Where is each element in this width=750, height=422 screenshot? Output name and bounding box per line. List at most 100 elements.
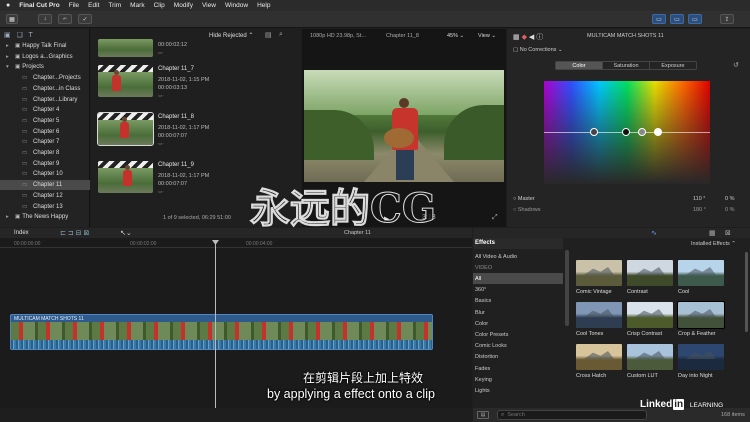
effect-thumbnail[interactable] — [677, 301, 725, 329]
video-inspector-icon[interactable]: ▦ — [513, 34, 520, 41]
sidebar-item[interactable]: ▭ Chapter 7 — [0, 137, 90, 147]
sidebar-item[interactable]: ▭ Chapter...Library — [0, 95, 90, 105]
effect-category[interactable]: Distortion — [473, 352, 563, 363]
effect-category[interactable]: Comic Looks — [473, 341, 563, 352]
sidebar-item[interactable]: ▭ Chapter 10 — [0, 169, 90, 179]
sidebar-item[interactable]: ▭ Chapter 9 — [0, 159, 90, 169]
menu-edit[interactable]: Edit — [88, 2, 99, 9]
effect-thumbnail[interactable] — [576, 260, 622, 286]
info-inspector-icon[interactable]: ⓘ — [536, 34, 543, 41]
menu-help[interactable]: Help — [257, 2, 270, 9]
check-icon[interactable]: ✓ — [78, 14, 92, 24]
effect-thumbnail[interactable] — [627, 260, 673, 286]
transitions-browser-icon[interactable]: ⊠ — [725, 229, 731, 237]
timeline-toggle-icon[interactable]: ▭ — [670, 14, 684, 24]
fullscreen-icon[interactable]: ⤢ — [492, 214, 498, 222]
library-icon[interactable]: ▦ — [6, 14, 18, 24]
disclosure-triangle-icon[interactable]: ▸ — [6, 214, 15, 220]
sidebar-item[interactable]: ▭ Chapter 6 — [0, 127, 90, 137]
timeline-clip[interactable]: MULTICAM MATCH SHOTS 11 — [10, 314, 433, 350]
effect-thumbnail[interactable] — [678, 344, 724, 370]
disclosure-triangle-icon[interactable]: ▾ — [6, 64, 15, 70]
sidebar-item[interactable]: ▸ ▣ The News Happy — [0, 212, 90, 222]
menu-mark[interactable]: Mark — [130, 2, 144, 9]
index-button[interactable]: Index — [14, 230, 29, 236]
tab-exposure[interactable]: Exposure — [649, 62, 696, 69]
sidebar-item[interactable]: ▭ Chapter 12 — [0, 191, 90, 201]
sidebar-item[interactable]: ▭ Chapter...in Class — [0, 84, 90, 94]
global-puck[interactable] — [590, 128, 598, 136]
audio-skimming-icon[interactable]: ∿ — [651, 229, 657, 237]
effect-category[interactable]: 360° — [473, 285, 563, 296]
key-icon[interactable]: ⌐ — [58, 14, 72, 24]
share-icon[interactable]: ⇪ — [720, 14, 734, 24]
search-icon[interactable]: ⌕ — [279, 31, 283, 39]
clip-thumbnail[interactable] — [98, 65, 153, 97]
sidebar-toggle-icon[interactable]: ▤ — [477, 411, 489, 419]
effect-category[interactable]: Fades — [473, 363, 563, 374]
connect-icon[interactable]: ⊏ — [60, 230, 66, 237]
libraries-icon[interactable]: ▣ — [4, 32, 11, 39]
clip-thumbnail[interactable] — [98, 39, 153, 57]
import-icon[interactable]: ↓ — [38, 14, 52, 24]
tab-color[interactable]: Color — [556, 62, 602, 69]
effect-category[interactable]: Color — [473, 318, 563, 329]
sidebar-item[interactable]: ▸ ▣ Logos a...Graphics — [0, 52, 90, 62]
reset-icon[interactable]: ↺ — [733, 61, 739, 69]
corrections-dropdown[interactable]: ▢ No Corrections ⌄ — [513, 47, 563, 53]
shadows-percent[interactable]: 0 % — [725, 207, 734, 213]
shadows-puck[interactable] — [622, 128, 630, 136]
menu-clip[interactable]: Clip — [154, 2, 165, 9]
effects-browser-icon[interactable]: ▦ — [709, 229, 716, 237]
menu-trim[interactable]: Trim — [108, 2, 121, 9]
master-angle[interactable]: 110 ° — [693, 196, 706, 202]
clip-thumbnail-selected[interactable] — [97, 112, 154, 146]
effect-category[interactable]: All — [473, 273, 563, 285]
zoom-dropdown[interactable]: 45% ⌄ — [447, 33, 464, 39]
master-percent[interactable]: 0 % — [725, 196, 734, 202]
effect-category[interactable]: Color Presets — [473, 329, 563, 340]
menu-window[interactable]: Window — [225, 2, 248, 9]
effect-category[interactable]: Lights — [473, 385, 563, 396]
playhead[interactable] — [215, 242, 216, 408]
sidebar-item[interactable]: ▭ Chapter...Projects — [0, 73, 90, 83]
titles-icon[interactable]: T — [28, 32, 32, 39]
effects-scrollbar[interactable] — [745, 252, 748, 332]
effect-thumbnail[interactable] — [627, 344, 673, 370]
disclosure-triangle-icon[interactable]: ▸ — [6, 54, 15, 60]
effect-category[interactable]: Blur — [473, 307, 563, 318]
filter-dropdown[interactable]: Hide Rejected ⌃ — [209, 32, 253, 39]
highlights-puck[interactable] — [654, 128, 662, 136]
menu-file[interactable]: File — [69, 2, 79, 9]
photos-icon[interactable]: ❏ — [16, 32, 22, 39]
effect-thumbnail[interactable] — [576, 302, 622, 328]
category-scrollbar[interactable] — [565, 250, 569, 326]
browser-toggle-icon[interactable]: ▭ — [652, 14, 666, 24]
effects-search-input[interactable] — [507, 412, 628, 418]
disclosure-triangle-icon[interactable]: ▸ — [6, 43, 15, 49]
sidebar-item[interactable]: ▸ ▣ Happy Talk Final — [0, 41, 90, 51]
effect-thumbnail[interactable] — [627, 302, 673, 328]
sidebar-item[interactable]: ▾ ▣ Projects — [0, 62, 90, 72]
menu-view[interactable]: View — [202, 2, 216, 9]
overwrite-icon[interactable]: ⊠ — [83, 230, 89, 237]
effect-thumbnail[interactable] — [576, 344, 622, 370]
menu-modify[interactable]: Modify — [174, 2, 193, 9]
view-dropdown[interactable]: View ⌄ — [478, 33, 496, 39]
color-board[interactable] — [544, 81, 710, 184]
view-options-icon[interactable]: ▤ — [265, 31, 272, 39]
installed-effects-dropdown[interactable]: Installed Effects ⌃ — [691, 241, 736, 247]
audio-inspector-icon[interactable]: ◀ — [529, 34, 534, 41]
insert-icon[interactable]: ⊐ — [68, 230, 74, 237]
inspector-toggle-icon[interactable]: ▭ — [688, 14, 702, 24]
effect-category[interactable]: Basics — [473, 296, 563, 307]
shadows-angle[interactable]: 180 ° — [693, 207, 706, 213]
sidebar-item[interactable]: ▭ Chapter 11 — [0, 180, 90, 191]
app-menu[interactable]: Final Cut Pro — [19, 2, 59, 9]
midtones-puck[interactable] — [638, 128, 646, 136]
effect-category[interactable]: All Video & Audio — [473, 251, 563, 262]
color-inspector-icon[interactable]: ◆ — [522, 34, 527, 41]
effect-category[interactable]: Keying — [473, 374, 563, 385]
effect-thumbnail[interactable] — [678, 260, 724, 286]
timeline-ruler[interactable]: 00:00:00:00 00:00:02:00 00:00:04:00 — [0, 239, 472, 248]
